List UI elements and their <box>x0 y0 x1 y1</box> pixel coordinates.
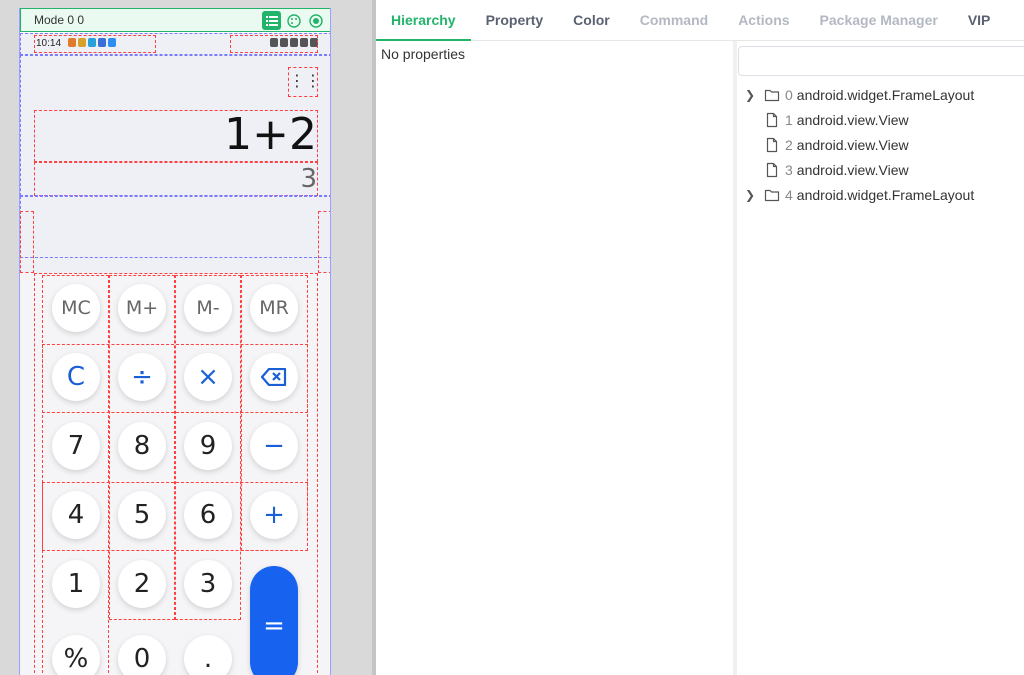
folder-icon <box>764 189 780 202</box>
notification-icon <box>98 38 106 47</box>
record-icon[interactable] <box>306 11 325 30</box>
folder-icon <box>764 89 780 102</box>
app-root: Mode 0 0 10:14 ⋮⋮ 1+2 3 MC M+ M- MR C ÷ … <box>0 0 1024 675</box>
node-class-name: android.view.View <box>796 162 909 178</box>
chevron-right-icon[interactable]: ❯ <box>742 88 758 102</box>
device-screen[interactable]: Mode 0 0 10:14 ⋮⋮ 1+2 3 MC M+ M- MR C ÷ … <box>19 8 331 675</box>
notification-icon <box>88 38 96 47</box>
decimal-point-button[interactable]: . <box>184 635 232 675</box>
node-class-name: android.widget.FrameLayout <box>796 87 975 103</box>
location-icon <box>290 38 298 47</box>
percent-button[interactable]: % <box>52 635 100 675</box>
status-bar: 10:14 <box>20 33 330 55</box>
node-index: 0 <box>785 87 793 103</box>
bounds-outline <box>42 275 109 675</box>
memory-subtract-button[interactable]: M- <box>184 284 232 332</box>
mode-bar: Mode 0 0 <box>20 8 330 32</box>
notification-icon <box>78 38 86 47</box>
tree-node[interactable]: 2 android.view.View <box>764 135 909 155</box>
notification-icons <box>68 38 116 47</box>
file-icon <box>766 162 778 178</box>
multiply-button[interactable]: × <box>184 353 232 401</box>
bluetooth-icon <box>280 38 288 47</box>
digit-8-button[interactable]: 8 <box>118 422 166 470</box>
tree-node[interactable]: 1 android.view.View <box>764 110 909 130</box>
digit-5-button[interactable]: 5 <box>118 491 166 539</box>
node-index: 3 <box>785 162 793 178</box>
tree-node[interactable]: 3 android.view.View <box>764 160 909 180</box>
inspector-panel: Hierarchy Property Color Command Actions… <box>376 0 1024 675</box>
tab-color[interactable]: Color <box>558 0 625 41</box>
bounds-outline <box>20 211 34 273</box>
clear-button[interactable]: C <box>52 353 100 401</box>
digit-3-button[interactable]: 3 <box>184 560 232 608</box>
memory-add-button[interactable]: M+ <box>118 284 166 332</box>
digit-0-button[interactable]: 0 <box>118 635 166 675</box>
battery-icon <box>310 38 318 47</box>
memory-clear-button[interactable]: MC <box>52 284 100 332</box>
properties-empty-text: No properties <box>381 46 466 62</box>
chevron-right-icon[interactable]: ❯ <box>742 188 758 202</box>
expression-text: 1+2 <box>224 109 317 160</box>
node-class-name: android.widget.FrameLayout <box>796 187 975 203</box>
mode-label: Mode 0 0 <box>34 13 85 27</box>
digit-7-button[interactable]: 7 <box>52 422 100 470</box>
node-class-name: android.view.View <box>796 137 909 153</box>
memory-recall-button[interactable]: MR <box>250 284 298 332</box>
node-index: 1 <box>785 112 793 128</box>
notification-icon <box>68 38 76 47</box>
tree-node[interactable]: ❯ 4 android.widget.FrameLayout <box>742 185 974 205</box>
minus-button[interactable]: − <box>250 422 298 470</box>
node-class-name: android.view.View <box>796 112 909 128</box>
backspace-icon <box>261 368 287 386</box>
bounds-outline <box>20 196 330 258</box>
digit-2-button[interactable]: 2 <box>118 560 166 608</box>
digit-9-button[interactable]: 9 <box>184 422 232 470</box>
digit-1-button[interactable]: 1 <box>52 560 100 608</box>
system-icons <box>270 38 318 47</box>
hierarchy-tree-panel: ❯ 0 android.widget.FrameLayout 1 android… <box>737 41 1024 675</box>
result-text: 3 <box>300 164 317 194</box>
tab-property[interactable]: Property <box>471 0 559 41</box>
list-view-icon[interactable] <box>262 11 281 30</box>
divide-button[interactable]: ÷ <box>118 353 166 401</box>
tab-actions[interactable]: Actions <box>723 0 804 41</box>
node-index: 2 <box>785 137 793 153</box>
inspector-tabs: Hierarchy Property Color Command Actions… <box>376 0 1024 41</box>
bounds-outline <box>318 211 330 273</box>
notification-icon <box>108 38 116 47</box>
tab-command[interactable]: Command <box>625 0 723 41</box>
tree-node[interactable]: ❯ 0 android.widget.FrameLayout <box>742 85 974 105</box>
file-icon <box>766 137 778 153</box>
digit-4-button[interactable]: 4 <box>52 491 100 539</box>
plus-button[interactable]: + <box>250 491 298 539</box>
node-index: 4 <box>785 187 793 203</box>
wifi-icon <box>300 38 308 47</box>
tree-search-input[interactable] <box>738 46 1024 76</box>
device-preview-panel: Mode 0 0 10:14 ⋮⋮ 1+2 3 MC M+ M- MR C ÷ … <box>0 0 372 675</box>
equals-button[interactable]: = <box>250 566 298 675</box>
menu-dots-icon[interactable]: ⋮⋮ <box>288 67 321 97</box>
bounds-outline <box>34 162 318 196</box>
digit-6-button[interactable]: 6 <box>184 491 232 539</box>
calculator-keypad: MC M+ M- MR C ÷ × 7 8 9 − 4 5 6 + 1 2 3 … <box>20 273 330 675</box>
tab-package-manager[interactable]: Package Manager <box>805 0 953 41</box>
status-time: 10:14 <box>36 38 62 49</box>
file-icon <box>766 112 778 128</box>
palette-icon[interactable] <box>284 11 303 30</box>
calculator-display: ⋮⋮ 1+2 3 <box>20 55 330 273</box>
tab-vip[interactable]: VIP <box>953 0 1006 41</box>
backspace-button[interactable] <box>250 353 298 401</box>
tab-hierarchy[interactable]: Hierarchy <box>376 0 471 41</box>
nfc-icon <box>270 38 278 47</box>
mode-toolbar <box>262 11 325 30</box>
